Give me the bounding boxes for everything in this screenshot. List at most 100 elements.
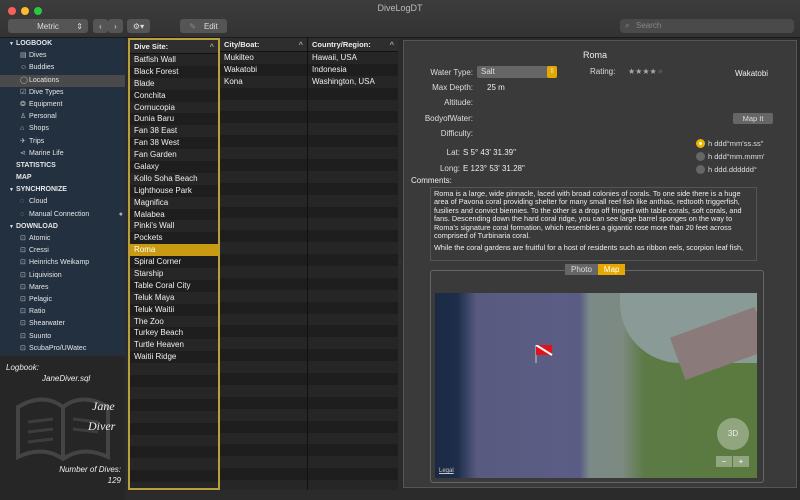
table-row[interactable]	[220, 361, 307, 374]
country-header[interactable]: Country/Region: ^	[308, 38, 398, 52]
table-row[interactable]: Wakatobi	[220, 64, 307, 76]
table-row[interactable]	[220, 421, 307, 433]
table-row[interactable]	[220, 170, 307, 183]
table-row[interactable]	[220, 254, 307, 266]
table-row[interactable]	[308, 432, 398, 445]
table-row[interactable]: Kona	[220, 75, 307, 88]
map-it-button[interactable]: Map It	[733, 113, 773, 124]
table-row[interactable]	[220, 289, 307, 302]
table-row[interactable]	[308, 421, 398, 433]
table-row[interactable]	[220, 373, 307, 385]
table-row[interactable]: Indonesia	[308, 64, 398, 76]
zoom-in-button[interactable]: +	[733, 456, 749, 467]
disclosure-icon[interactable]: ▼	[9, 224, 14, 230]
table-row[interactable]	[220, 302, 307, 314]
sidebar-item-dive-types[interactable]: ☑ Dive Types	[0, 87, 125, 99]
table-row[interactable]	[308, 444, 398, 456]
sidebar-item-liquivision[interactable]: ⊡ Liquivision	[0, 270, 125, 282]
table-row[interactable]	[308, 111, 398, 123]
table-row[interactable]: Washington, USA	[308, 75, 398, 88]
forward-button[interactable]: ›	[108, 19, 123, 33]
sidebar-item-scubapro-uwatec[interactable]: ⊡ ScubaPro/UWatec	[0, 343, 125, 355]
table-row[interactable]	[130, 482, 218, 488]
table-row[interactable]	[220, 408, 307, 421]
table-row[interactable]	[308, 242, 398, 255]
table-row[interactable]	[308, 218, 398, 231]
table-row[interactable]	[220, 432, 307, 445]
table-row[interactable]: Starship	[130, 268, 218, 280]
tab-photo[interactable]: Photo	[565, 264, 598, 275]
table-row[interactable]	[308, 99, 398, 112]
sidebar-item-heinrichs-weikamp[interactable]: ⊡ Heinrichs Weikamp	[0, 257, 125, 269]
sidebar-item-shearwater[interactable]: ⊡ Shearwater	[0, 318, 125, 330]
table-row[interactable]	[220, 135, 307, 147]
star-icon[interactable]: ★	[642, 67, 649, 76]
sidebar-item-atomic[interactable]: ⊡ Atomic	[0, 233, 125, 245]
sidebar-item-synchronize[interactable]: ▼ SYNCHRONIZE	[0, 184, 125, 196]
table-row[interactable]: Dunia Baru	[130, 113, 218, 125]
table-row[interactable]	[130, 386, 218, 399]
table-row[interactable]	[308, 278, 398, 290]
dive-site-header[interactable]: Dive Site: ^	[130, 40, 218, 54]
table-row[interactable]	[308, 480, 398, 490]
table-row[interactable]: Batfish Wall	[130, 54, 218, 66]
table-row[interactable]	[220, 384, 307, 397]
table-row[interactable]	[220, 88, 307, 100]
comments-textarea[interactable]: Roma is a large, wide pinnacle, laced wi…	[430, 187, 757, 261]
table-row[interactable]: Magnifica	[130, 196, 218, 209]
edit-button[interactable]: ✎ Edit	[180, 19, 227, 33]
table-row[interactable]	[220, 278, 307, 290]
table-row[interactable]	[308, 361, 398, 374]
city-header[interactable]: City/Boat: ^	[220, 38, 307, 52]
table-row[interactable]: Teluk Waitii	[130, 304, 218, 316]
table-row[interactable]	[220, 194, 307, 207]
disclosure-icon[interactable]: ▼	[9, 41, 14, 47]
table-row[interactable]	[220, 266, 307, 278]
map-compass[interactable]: 3D	[717, 418, 749, 450]
table-row[interactable]	[308, 349, 398, 361]
table-row[interactable]	[308, 337, 398, 350]
table-row[interactable]	[220, 325, 307, 337]
table-row[interactable]: Hawaii, USA	[308, 52, 398, 64]
coord-format-radio[interactable]: h ddd°mm'ss.ss"	[696, 139, 763, 148]
sidebar-item-trips[interactable]: ✈ Trips	[0, 136, 125, 148]
table-row[interactable]: Waitii Ridge	[130, 351, 218, 363]
table-row[interactable]	[308, 147, 398, 160]
table-row[interactable]	[220, 123, 307, 136]
sidebar-item-download[interactable]: ▼ DOWNLOAD	[0, 221, 125, 233]
table-row[interactable]	[130, 363, 218, 376]
sidebar-item-pelagic[interactable]: ⊡ Pelagic	[0, 294, 125, 306]
table-row[interactable]	[130, 423, 218, 435]
sidebar-item-map[interactable]: MAP	[0, 172, 125, 184]
table-row[interactable]	[220, 111, 307, 123]
table-row[interactable]	[220, 313, 307, 326]
table-row[interactable]	[308, 456, 398, 469]
split-handle[interactable]: ·	[399, 260, 401, 266]
table-row[interactable]	[130, 410, 218, 423]
table-row[interactable]	[308, 373, 398, 385]
table-row[interactable]: Pinki's Wall	[130, 220, 218, 233]
search-input[interactable]: ⌕ Search	[620, 19, 794, 33]
radio-icon[interactable]	[696, 139, 705, 148]
sidebar-item-equipment[interactable]: ❂ Equipment	[0, 99, 125, 111]
table-row[interactable]: Galaxy	[130, 161, 218, 173]
table-row[interactable]: Mukilteo	[220, 52, 307, 64]
radio-icon[interactable]	[696, 165, 705, 174]
table-row[interactable]	[220, 230, 307, 242]
table-row[interactable]	[220, 456, 307, 469]
table-row[interactable]: Black Forest	[130, 66, 218, 78]
table-row[interactable]	[130, 399, 218, 411]
table-row[interactable]: Teluk Maya	[130, 291, 218, 304]
zoom-out-button[interactable]: −	[716, 456, 732, 467]
table-row[interactable]	[308, 159, 398, 171]
table-row[interactable]	[130, 446, 218, 458]
sidebar-item-marine-life[interactable]: ⋖ Marine Life	[0, 148, 125, 160]
radio-icon[interactable]	[696, 152, 705, 161]
sidebar-item-cressi[interactable]: ⊡ Cressi	[0, 245, 125, 257]
sidebar-item-locations[interactable]: ◯Locations	[0, 74, 125, 87]
table-row[interactable]	[220, 183, 307, 195]
table-row[interactable]	[308, 397, 398, 409]
sidebar-item-logbook[interactable]: ▼ LOGBOOK	[0, 38, 125, 50]
sidebar-item-suunto[interactable]: ⊡ Suunto	[0, 331, 125, 343]
table-row[interactable]	[308, 170, 398, 183]
